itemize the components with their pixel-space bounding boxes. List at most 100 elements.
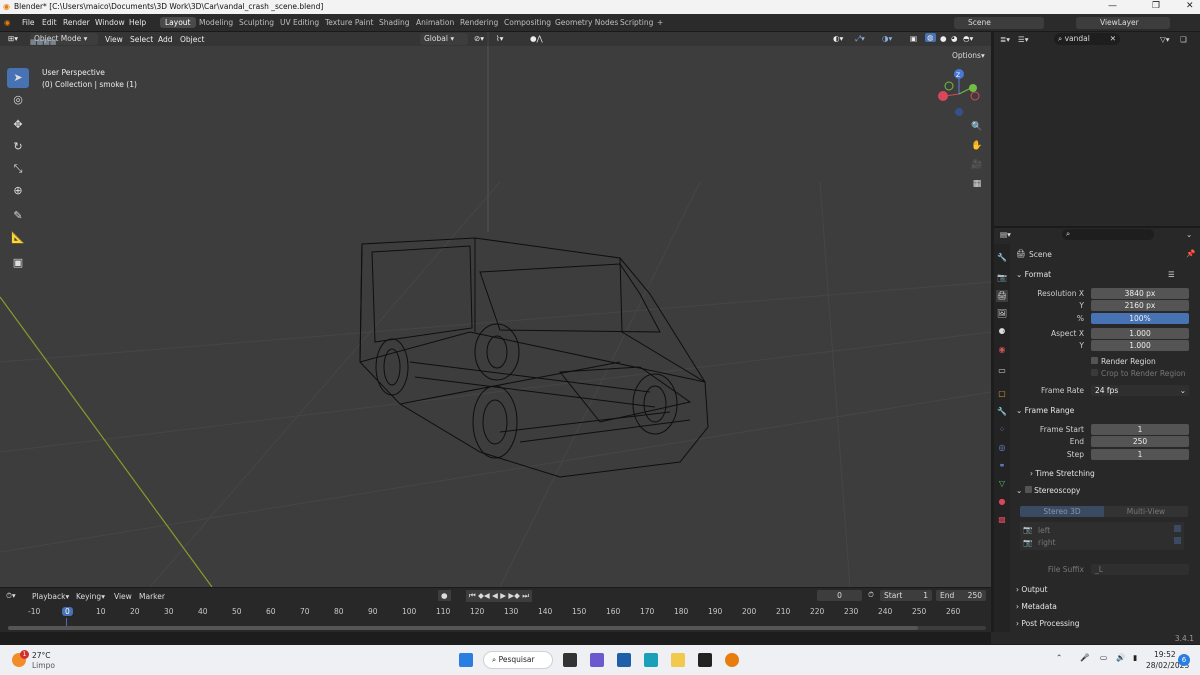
perspective-grid-icon[interactable]: ▦ [970,179,984,193]
clear-search-icon[interactable]: ✕ [1110,34,1116,43]
start-frame-field[interactable]: Start 1 [880,590,932,601]
scale-tool[interactable]: ⤡ [7,159,29,179]
properties-editor-icon[interactable]: ▤▾ [1000,230,1011,239]
move-tool[interactable]: ✥ [7,115,29,135]
gizmo-toggle-icon[interactable]: ⤢▾ [855,34,865,44]
properties-search-input[interactable]: ⌕ [1062,229,1154,240]
material-shading-icon[interactable]: ◕ [951,34,958,43]
resolution-percent-field[interactable]: 100% [1091,313,1189,324]
volume-icon[interactable]: 🔊 [1116,653,1125,662]
menu-file[interactable]: File [22,18,35,27]
orientation-dropdown[interactable]: Global ▾ [420,33,468,45]
clock-time[interactable]: 19:52 [1154,650,1176,659]
render-tab-icon[interactable]: 📷 [996,272,1008,284]
resolution-x-field[interactable]: 3840 px [1091,288,1189,299]
timeline-view-menu[interactable]: View [114,592,132,601]
playback-controls[interactable]: ⏮ ◆◀ ◀ ▶ ▶◆ ⏭ [466,590,533,602]
battery-icon[interactable]: ▮ [1133,653,1137,662]
file-suffix-field[interactable]: _L [1091,564,1189,575]
blender-taskbar-icon[interactable] [725,653,739,667]
metadata-panel-header[interactable]: › Metadata [1016,602,1057,611]
add-cube-tool[interactable]: ▣ [7,253,29,273]
menu-render[interactable]: Render [63,18,90,27]
collection-tab-icon[interactable]: ▭ [996,365,1008,377]
frame-end-field[interactable]: 250 [1091,436,1189,447]
tool-tab-icon[interactable]: 🔧 [996,252,1008,264]
tab-texture-paint[interactable]: Texture Paint [320,17,378,28]
outliner-search-input[interactable]: ⌕ vandal ✕ [1054,33,1120,45]
end-frame-field[interactable]: End 250 [936,590,986,601]
playback-menu[interactable]: Playback▾ [32,592,69,601]
pan-hand-icon[interactable]: ✋ [970,141,984,155]
viewport-menu-select[interactable]: Select [130,35,153,44]
add-workspace-button[interactable]: + [652,17,668,28]
current-frame-field[interactable]: 0 [817,590,862,601]
output-panel-header[interactable]: › Output [1016,585,1047,594]
snap-icon[interactable]: ⌇▾ [496,34,503,43]
tray-chevron-icon[interactable]: ⌃ [1056,653,1062,662]
frame-start-field[interactable]: 1 [1091,424,1189,435]
viewport-menu-object[interactable]: Object [180,35,204,44]
proportional-icon[interactable]: ●⋀ [530,34,543,43]
modifier-tab-icon[interactable]: 🔧 [996,406,1008,418]
constraints-tab-icon[interactable]: ⚭ [996,460,1008,472]
data-tab-icon[interactable]: ▽ [996,478,1008,490]
texture-tab-icon[interactable]: ▩ [996,514,1008,526]
aspect-x-field[interactable]: 1.000 [1091,328,1189,339]
edge-icon[interactable] [644,653,658,667]
display-mode-icon[interactable]: ☰▾ [1018,35,1029,44]
transform-tool[interactable]: ⊕ [7,181,29,201]
viewport-menu-add[interactable]: Add [158,35,173,44]
panel-options-icon[interactable]: ⌄ [1186,230,1192,239]
menu-help[interactable]: Help [129,18,146,27]
tab-uv-editing[interactable]: UV Editing [275,17,324,28]
select-box-tool[interactable]: ➤ [7,68,29,88]
stereo3d-button[interactable]: Stereo 3D [1020,506,1104,517]
microphone-icon[interactable]: 🎤 [1080,653,1089,662]
menu-edit[interactable]: Edit [42,18,57,27]
file-explorer-icon[interactable] [671,653,685,667]
pivot-icon[interactable]: ⊘▾ [474,34,484,43]
tab-compositing[interactable]: Compositing [499,17,556,28]
tab-shading[interactable]: Shading [374,17,414,28]
keying-menu[interactable]: Keying▾ [76,592,105,601]
editor-type-icon[interactable]: ⊞▾ [8,34,18,43]
visibility-icon[interactable]: ◐▾ [833,34,843,43]
presets-icon[interactable]: ☰ [1168,270,1175,279]
navigation-gizmo[interactable]: Z [935,68,985,118]
solid-shading-icon[interactable]: ● [940,34,947,43]
outliner-editor-icon[interactable]: ≣▾ [1000,35,1010,44]
timeline-editor-icon[interactable]: ⏱▾ [6,591,16,601]
xray-icon[interactable]: ▣ [910,34,917,43]
tab-sculpting[interactable]: Sculpting [234,17,279,28]
tab-geometry-nodes[interactable]: Geometry Nodes [550,17,623,28]
tab-layout[interactable]: Layout [160,17,196,28]
task-view-icon[interactable] [563,653,577,667]
frame-rate-dropdown[interactable]: 24 fps ⌄ [1091,385,1189,396]
store-icon[interactable] [617,653,631,667]
viewport-menu-view[interactable]: View [105,35,123,44]
resolution-y-field[interactable]: 2160 px [1091,300,1189,311]
pin-icon[interactable]: 📌 [1186,249,1195,258]
frame-range-panel-header[interactable]: ⌄ Frame Range [1016,406,1074,415]
timeline-scrollbar[interactable] [8,626,986,630]
cursor-tool[interactable]: ◎ [7,90,29,110]
material-tab-icon[interactable]: ● [996,496,1008,508]
time-stretching-header[interactable]: › Time Stretching [1030,469,1095,478]
tab-modeling[interactable]: Modeling [194,17,238,28]
scene-selector[interactable]: Scene [954,17,1044,29]
app-icon[interactable] [698,653,712,667]
scrollbar-thumb[interactable] [8,626,918,630]
zoom-icon[interactable]: 🔍 [970,122,984,136]
blender-menu-icon[interactable]: ◉ [4,18,11,27]
tab-animation[interactable]: Animation [411,17,459,28]
filter-icon[interactable]: ▽▾ [1160,35,1170,44]
view-list[interactable]: 📷 left 📷 right [1020,522,1184,550]
right-view-checkbox[interactable] [1174,537,1181,544]
annotate-tool[interactable]: ✎ [7,206,29,226]
close-icon[interactable]: ✕ [1186,1,1194,11]
post-processing-panel-header[interactable]: › Post Processing [1016,619,1080,628]
wireframe-shading-icon[interactable]: ◍ [925,33,936,42]
rotate-tool[interactable]: ↻ [7,137,29,157]
maximize-icon[interactable]: ❐ [1152,1,1160,11]
